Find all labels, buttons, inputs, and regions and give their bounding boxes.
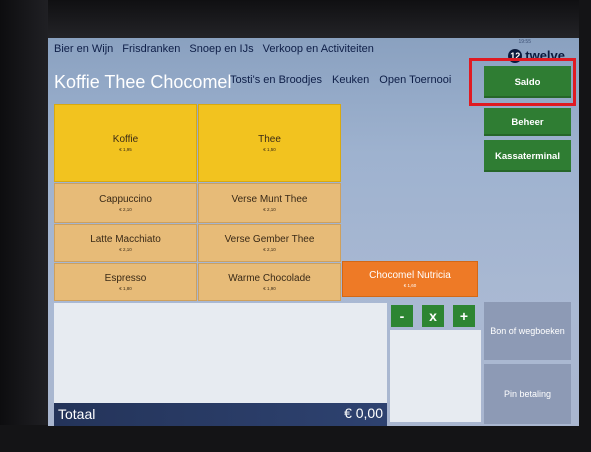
active-category-title[interactable]: Koffie Thee Chocomel: [54, 72, 231, 93]
quantity-panel: [390, 330, 481, 422]
product-thee[interactable]: Thee € 1,50: [198, 104, 341, 182]
increase-quantity-button[interactable]: +: [453, 305, 475, 327]
product-name: Espresso: [104, 273, 147, 284]
product-name: Chocomel Nutricia: [369, 270, 451, 281]
screen-bezel-left: [0, 0, 48, 452]
product-price: € 1,90: [263, 286, 276, 291]
screen-bezel-right: [579, 0, 591, 452]
nav-open-toernooi[interactable]: Open Toernooi: [379, 74, 451, 86]
product-name: Koffie: [112, 134, 139, 145]
pin-betaling-button[interactable]: Pin betaling: [484, 364, 571, 424]
total-amount: € 0,00: [344, 405, 383, 421]
nav-bier-en-wijn[interactable]: Bier en Wijn: [54, 43, 113, 61]
nav-snoep-en-ijs[interactable]: Snoep en IJs: [189, 43, 253, 61]
product-name: Verse Gember Thee: [224, 234, 315, 245]
product-name: Warme Chocolade: [228, 273, 311, 284]
total-bar: Totaal € 0,00: [54, 403, 387, 426]
order-list[interactable]: [54, 303, 387, 403]
nav-tostis-en-broodjes[interactable]: Tosti's en Broodjes: [230, 74, 322, 86]
product-name: Thee: [258, 134, 281, 145]
remove-item-button[interactable]: x: [422, 305, 444, 327]
kassaterminal-button[interactable]: Kassaterminal: [484, 140, 571, 172]
product-price: € 2,10: [263, 247, 276, 252]
product-latte-macchiato[interactable]: Latte Macchiato € 2,10: [54, 224, 197, 262]
product-verse-gember-thee[interactable]: Verse Gember Thee € 2,10: [198, 224, 341, 262]
saldo-highlight-box: [469, 58, 576, 106]
product-price: € 2,10: [119, 207, 132, 212]
product-koffie[interactable]: Koffie € 1,95: [54, 104, 197, 182]
product-name: Latte Macchiato: [90, 234, 161, 245]
total-label: Totaal: [58, 406, 96, 422]
product-name: Cappuccino: [99, 194, 152, 205]
product-price: € 2,10: [119, 247, 132, 252]
product-price: € 1,60: [403, 283, 417, 288]
product-price: € 1,80: [119, 286, 132, 291]
product-verse-munt-thee[interactable]: Verse Munt Thee € 2,10: [198, 183, 341, 223]
photo-frame: Bier en Wijn Frisdranken Snoep en IJs Ve…: [0, 0, 591, 452]
product-price: € 1,50: [263, 147, 276, 152]
nav-frisdranken[interactable]: Frisdranken: [122, 43, 180, 61]
nav-keuken[interactable]: Keuken: [332, 74, 369, 86]
product-price: € 1,95: [119, 147, 132, 152]
product-chocomel-nutricia[interactable]: Chocomel Nutricia € 1,60: [342, 261, 478, 297]
beheer-button[interactable]: Beheer: [484, 108, 571, 136]
product-name: Verse Munt Thee: [231, 194, 308, 205]
screen-bezel-top: [0, 0, 591, 38]
clock-time: 19:55: [518, 39, 531, 45]
product-cappuccino[interactable]: Cappuccino € 2,10: [54, 183, 197, 223]
product-espresso[interactable]: Espresso € 1,80: [54, 263, 197, 301]
decrease-quantity-button[interactable]: -: [391, 305, 413, 327]
bon-of-wegboeken-button[interactable]: Bon of wegboeken: [484, 302, 571, 360]
screen-bezel-bottom: [0, 425, 591, 452]
top-category-nav: Bier en Wijn Frisdranken Snoep en IJs Ve…: [54, 43, 374, 61]
product-price: € 2,10: [263, 207, 276, 212]
pos-screen: Bier en Wijn Frisdranken Snoep en IJs Ve…: [48, 38, 579, 426]
sub-category-nav: Tosti's en Broodjes Keuken Open Toernooi: [230, 74, 451, 86]
product-warme-chocolade[interactable]: Warme Chocolade € 1,90: [198, 263, 341, 301]
nav-verkoop-en-activiteiten[interactable]: Verkoop en Activiteiten: [263, 43, 374, 61]
